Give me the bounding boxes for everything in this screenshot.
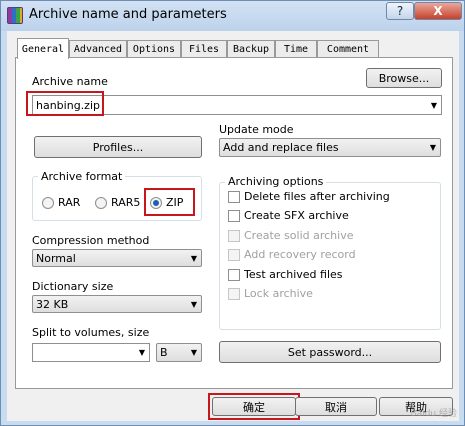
compression-value: Normal	[36, 251, 76, 265]
general-panel: Archive name Browse... hanbing.zip ▼ Upd…	[15, 57, 453, 389]
checkbox-create-sfx-label[interactable]: Create SFX archive	[244, 209, 349, 222]
archiving-options-title: Archiving options	[225, 175, 327, 188]
winrar-app-icon	[7, 7, 23, 24]
dictionary-label: Dictionary size	[32, 280, 114, 293]
checkbox-solid-archive	[228, 230, 240, 242]
close-button[interactable]: X	[414, 2, 462, 20]
tab-comment[interactable]: Comment	[317, 40, 379, 58]
update-mode-select[interactable]: Add and replace files ▼	[219, 138, 441, 157]
archive-name-label: Archive name	[32, 75, 108, 88]
checkbox-delete-files-label[interactable]: Delete files after archiving	[244, 190, 390, 203]
chevron-down-icon: ▼	[190, 299, 197, 309]
split-label: Split to volumes, size	[32, 326, 150, 339]
dictionary-value: 32 KB	[36, 297, 69, 311]
checkbox-test-files-label[interactable]: Test archived files	[244, 268, 343, 281]
checkbox-solid-archive-label: Create solid archive	[244, 229, 354, 242]
archive-name-highlight	[26, 91, 104, 116]
radio-rar-label: RAR	[58, 196, 81, 209]
dialog-client: General Advanced Options Files Backup Ti…	[7, 31, 459, 421]
radio-rar5[interactable]	[95, 197, 107, 209]
window-title: Archive name and parameters	[29, 7, 227, 22]
chevron-down-icon[interactable]: ▼	[431, 96, 437, 114]
tab-general[interactable]: General	[17, 38, 69, 59]
title-bar[interactable]: Archive name and parameters ? X	[1, 1, 464, 31]
baidu-watermark: Baidu 经验	[410, 409, 457, 419]
checkbox-lock-archive-label: Lock archive	[244, 287, 313, 300]
tab-files[interactable]: Files	[181, 40, 227, 58]
update-mode-value: Add and replace files	[223, 141, 339, 154]
browse-button[interactable]: Browse...	[366, 68, 442, 88]
split-unit-select[interactable]: B ▼	[156, 343, 202, 362]
tab-options[interactable]: Options	[127, 40, 181, 58]
chevron-down-icon: ▼	[429, 143, 436, 152]
chevron-down-icon: ▼	[190, 253, 197, 263]
split-size-input[interactable]: ▼	[32, 343, 150, 362]
tab-advanced[interactable]: Advanced	[69, 40, 127, 58]
archive-format-title: Archive format	[38, 170, 126, 183]
tab-backup[interactable]: Backup	[227, 40, 275, 58]
compression-label: Compression method	[32, 234, 150, 247]
update-mode-label: Update mode	[219, 123, 294, 136]
set-password-button[interactable]: Set password...	[219, 341, 441, 363]
zip-highlight	[144, 188, 195, 216]
archive-dialog: Archive name and parameters ? X General …	[0, 0, 465, 426]
checkbox-create-sfx[interactable]	[228, 210, 240, 222]
dictionary-select[interactable]: 32 KB ▼	[32, 295, 202, 313]
tab-time[interactable]: Time	[275, 40, 317, 58]
checkbox-delete-files[interactable]	[228, 191, 240, 203]
cancel-button[interactable]: 取消	[295, 397, 377, 416]
profiles-button[interactable]: Profiles...	[34, 136, 202, 158]
checkbox-lock-archive	[228, 288, 240, 300]
split-unit-value: B	[160, 346, 168, 359]
checkbox-test-files[interactable]	[228, 269, 240, 281]
radio-rar5-label: RAR5	[111, 196, 141, 209]
checkbox-recovery-record	[228, 249, 240, 261]
chevron-down-icon[interactable]: ▼	[139, 344, 145, 361]
compression-select[interactable]: Normal ▼	[32, 249, 202, 267]
help-title-button[interactable]: ?	[386, 2, 414, 20]
ok-highlight	[208, 393, 300, 420]
chevron-down-icon: ▼	[190, 348, 197, 357]
radio-rar[interactable]	[42, 197, 54, 209]
checkbox-recovery-record-label: Add recovery record	[244, 248, 356, 261]
